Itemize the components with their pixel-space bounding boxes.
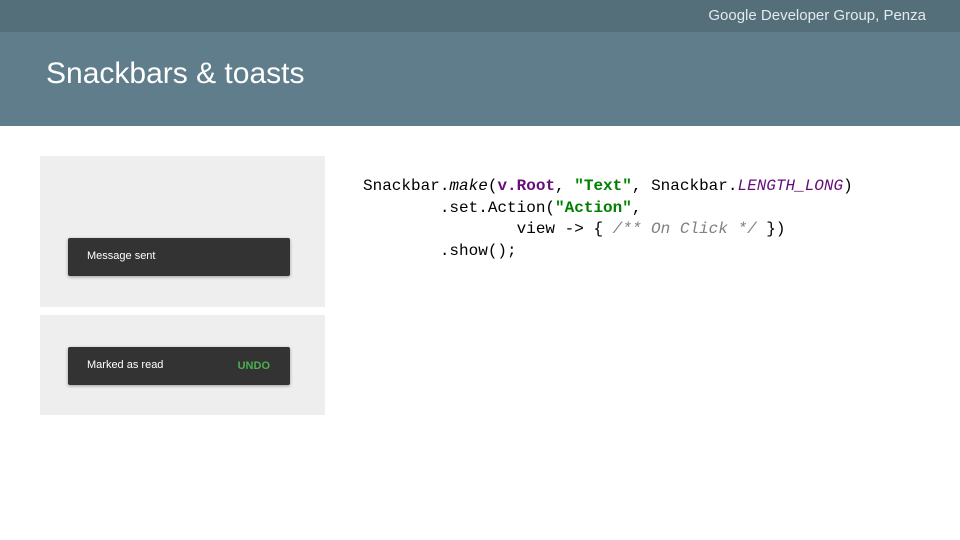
organization-name: Google Developer Group, Penza: [708, 7, 926, 24]
code-string: "Text": [574, 177, 632, 195]
code-snippet: Snackbar.make(v.Root, "Text", Snackbar.L…: [363, 176, 853, 262]
code-method: make: [449, 177, 488, 195]
code-string: "Action": [555, 198, 632, 217]
code-token: .show();: [439, 241, 517, 260]
code-token: , Snackbar.: [631, 177, 738, 195]
code-token: }): [756, 220, 786, 238]
snackbar-demo-simple: Message sent: [40, 156, 325, 307]
code-line-1: Snackbar.make(v.Root, "Text", Snackbar.L…: [363, 177, 853, 195]
code-token: Snackbar.: [363, 177, 450, 195]
top-bar: Google Developer Group, Penza: [0, 0, 960, 32]
snackbar-undo-button[interactable]: UNDO: [238, 360, 270, 372]
code-token: .set.Action(: [439, 198, 556, 217]
code-token: (: [487, 177, 498, 195]
code-constant: LENGTH_LONG: [737, 177, 844, 195]
code-token: ): [843, 177, 853, 195]
snackbar-message: Message sent: [87, 250, 156, 262]
code-token: ,: [631, 198, 642, 217]
code-line-3: view -> { /** On Click */ }): [363, 220, 786, 238]
code-line-2: .set.Action("Action",: [363, 198, 642, 217]
snackbar: Marked as read UNDO: [68, 347, 290, 385]
code-token: view -> {: [516, 220, 613, 238]
slide-title: Snackbars & toasts: [46, 57, 305, 90]
snackbar: Message sent: [68, 238, 290, 276]
code-arg: v.Root: [497, 177, 556, 195]
slide-header: Snackbars & toasts: [0, 32, 960, 126]
code-line-4: .show();: [363, 242, 517, 260]
code-token: ,: [555, 177, 575, 195]
snackbar-message: Marked as read: [87, 359, 164, 371]
snackbar-demo-action: Marked as read UNDO: [40, 315, 325, 415]
code-comment: /** On Click */: [612, 220, 757, 238]
